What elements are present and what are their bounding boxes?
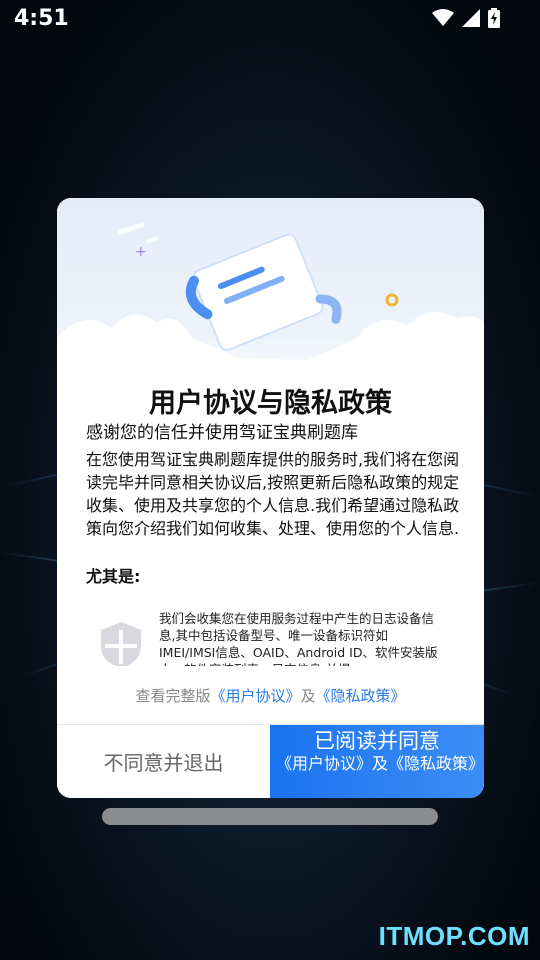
status-bar: 4:51: [0, 0, 540, 40]
dialog-body: 在您使用驾证宝典刷题库提供的服务时,我们将在您阅读完毕并同意相关协议后,按照更新…: [86, 450, 460, 538]
dialog-intro: 感谢您的信任并使用驾证宝典刷题库: [86, 423, 358, 443]
battery-charging-icon: [488, 8, 500, 32]
policy-item-text: 我们会收集您在使用服务过程中产生的日志设备信息,其中包括设备型号、唯一设备标识符…: [159, 611, 438, 666]
links-and: 及: [300, 687, 316, 705]
shield-icon: [97, 620, 145, 666]
agree-button-label: 已阅读并同意: [314, 729, 440, 753]
agree-button[interactable]: 已阅读并同意 《用户协议》及《隐私政策》: [270, 725, 484, 798]
policy-item[interactable]: 我们会收集您在使用服务过程中产生的日志设备信息,其中包括设备型号、唯一设备标识符…: [97, 610, 447, 666]
emphasis-label: 尤其是:: [86, 567, 141, 586]
privacy-policy-link[interactable]: 《隐私政策》: [316, 687, 406, 705]
header-illustration: +: [57, 198, 484, 398]
user-agreement-link[interactable]: 《用户协议》: [210, 687, 300, 705]
cell-signal-icon: [462, 9, 480, 31]
policy-links: 查看完整版《用户协议》及《隐私政策》: [57, 685, 484, 706]
links-prefix: 查看完整版: [135, 687, 211, 705]
scrollbar[interactable]: [102, 808, 438, 825]
agree-button-sublabel: 《用户协议》及《隐私政策》: [276, 754, 484, 773]
svg-text:+: +: [135, 244, 147, 260]
wifi-icon: [432, 9, 454, 31]
status-time: 4:51: [14, 6, 69, 31]
dialog-title: 用户协议与隐私政策: [149, 388, 392, 419]
privacy-dialog: + 用户协议与隐私政策 感谢您的信任并使用驾证宝典刷题库 在您使用驾证宝典刷题库…: [57, 198, 484, 798]
disagree-exit-button[interactable]: 不同意并退出: [57, 725, 270, 798]
watermark: ITMOP.COM: [378, 921, 530, 951]
